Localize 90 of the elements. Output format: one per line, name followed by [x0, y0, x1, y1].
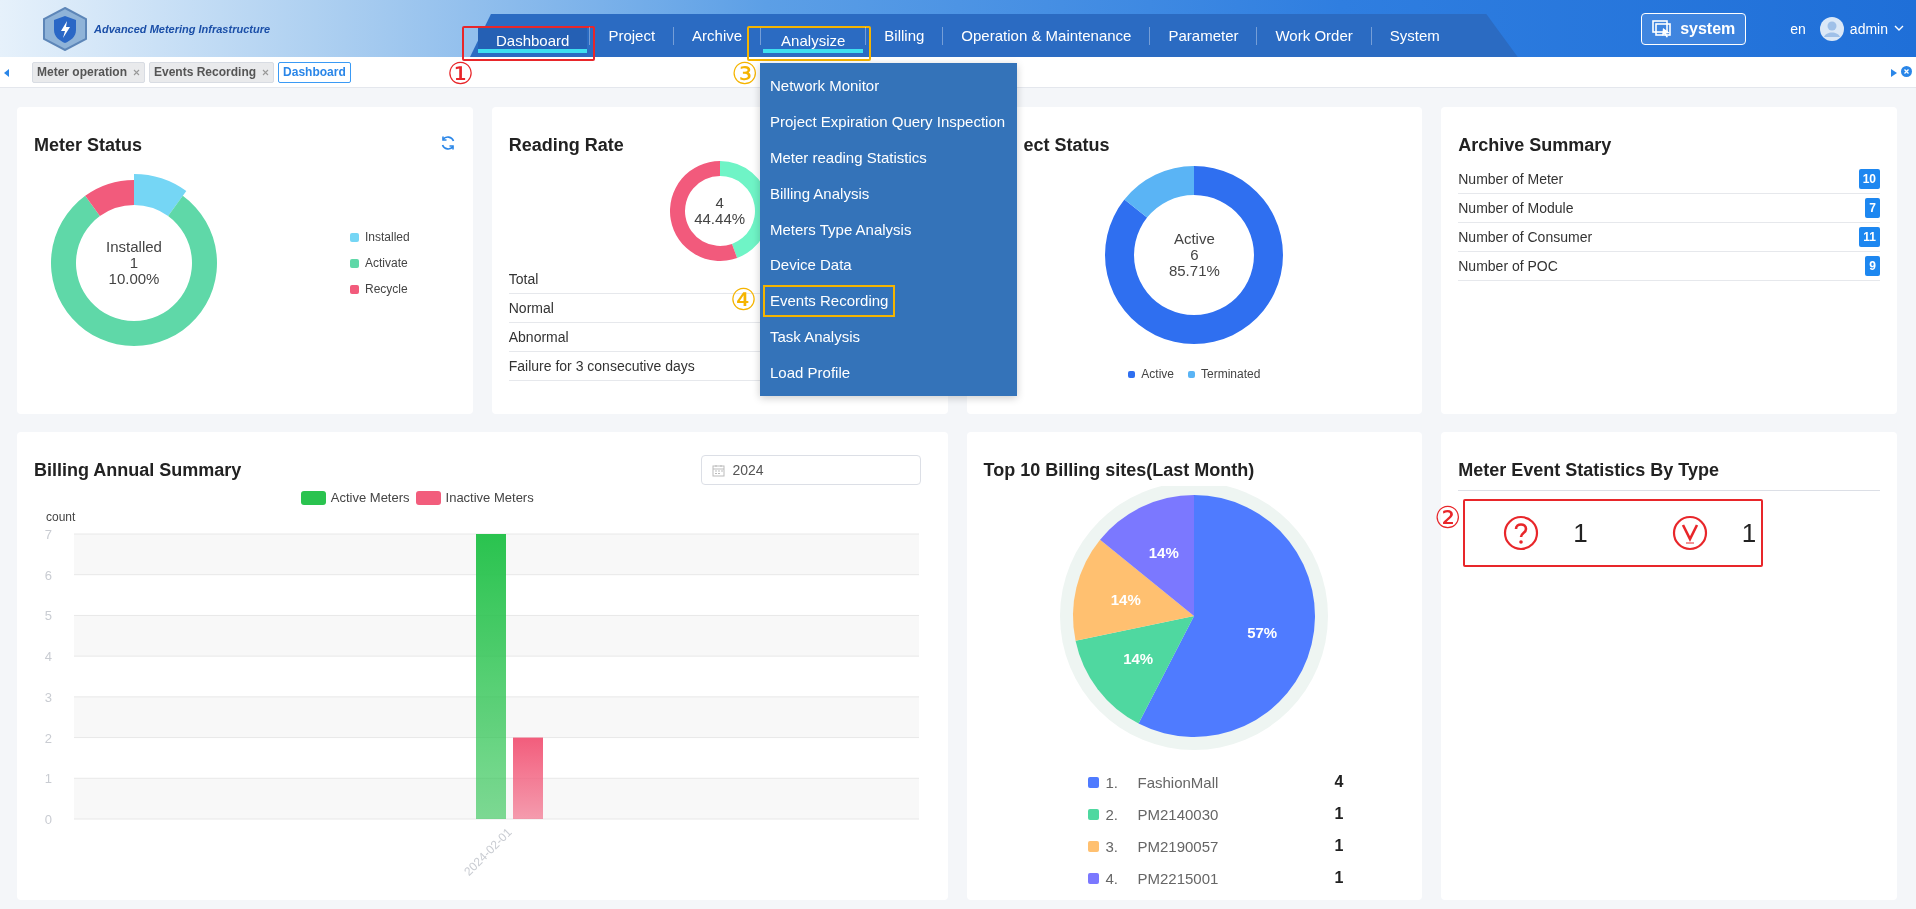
page-tab[interactable]: Dashboard [278, 61, 351, 83]
count-badge: 11 [1859, 227, 1880, 247]
rank-number: 2. [1105, 805, 1119, 823]
stat-label: Abnormal [508, 329, 569, 345]
site-name: PM2215001 [1137, 869, 1220, 887]
count-badge: 7 [1865, 198, 1880, 218]
card-title: ect Status [1023, 134, 1110, 156]
page-tab[interactable]: Meter operation [32, 61, 145, 83]
stat-label: Total [508, 271, 539, 287]
shield-logo-icon [40, 6, 90, 51]
donut-center-label: 1 [129, 255, 139, 271]
donut-center-label: 10.00% [108, 271, 160, 287]
rank-number: 1. [1105, 773, 1119, 791]
calendar-icon [711, 463, 725, 477]
nav-tab[interactable]: Analysize [763, 27, 864, 53]
legend-label[interactable]: Activate [365, 256, 408, 270]
card-title: Reading Rate [508, 134, 624, 156]
axis-title: count [46, 510, 76, 524]
user-name[interactable]: admin [1849, 20, 1888, 37]
donut-center-label: Active [1173, 231, 1215, 247]
menu-item[interactable]: Events Recording [763, 284, 896, 317]
page-tab[interactable]: Events Recording [149, 61, 275, 83]
question-icon [1503, 515, 1540, 551]
donut-center-label: 85.71% [1168, 263, 1220, 279]
summary-label: Number of POC [1458, 258, 1558, 274]
site-name: PM2140030 [1137, 805, 1220, 823]
stat-label: Failure for 3 consecutive days [508, 358, 695, 374]
language-label[interactable]: en [1790, 20, 1806, 37]
windows-cursor-icon [1652, 19, 1673, 38]
summary-label: Number of Module [1458, 200, 1574, 216]
menu-item[interactable]: Billing Analysis [763, 177, 877, 210]
site-count: 1 [1333, 805, 1344, 823]
nav-tab[interactable]: Billing [866, 14, 943, 57]
voltage-icon [1671, 515, 1708, 551]
card-title: Meter Status [34, 134, 143, 156]
nav-tab[interactable]: Project [590, 14, 674, 57]
nav-tab[interactable]: Work Order [1257, 14, 1371, 57]
caret-icon[interactable] [1894, 25, 1904, 32]
nav-tab[interactable]: Archive [674, 14, 761, 57]
legend-label[interactable]: Active [1141, 367, 1175, 381]
menu-item[interactable]: Meter reading Statistics [763, 141, 934, 174]
donut-center-label: 6 [1190, 247, 1199, 263]
card-title: Billing Annual Summary [34, 459, 242, 481]
nav-tab[interactable]: Parameter [1150, 14, 1257, 57]
site-name: PM2190057 [1137, 837, 1220, 855]
annotation-number: ② [1434, 503, 1462, 533]
annotation-number: ③ [731, 59, 759, 89]
count-badge: 10 [1858, 169, 1880, 189]
card-title: Archive Summary [1458, 134, 1612, 156]
site-count: 1 [1333, 837, 1344, 855]
date-field[interactable]: 2024 [700, 455, 921, 485]
menu-item[interactable]: Project Expiration Query Inspection [763, 105, 1013, 138]
slice-label: 14% [1123, 649, 1154, 667]
donut-center-label: 44.44% [694, 211, 746, 227]
site-count: 4 [1333, 773, 1344, 791]
donut-center-label: Installed [106, 239, 162, 255]
count-badge: 9 [1865, 256, 1880, 276]
legend-label[interactable]: Inactive Meters [445, 490, 534, 505]
event-count: 1 [1573, 517, 1588, 549]
site-count: 1 [1333, 869, 1344, 887]
legend-label[interactable]: Terminated [1201, 367, 1261, 381]
menu-item[interactable]: Load Profile [763, 356, 858, 389]
menu-item[interactable]: Device Data [763, 248, 859, 281]
stat-label: Normal [508, 300, 554, 316]
annotation-number: ① [447, 59, 474, 89]
donut-center-label: 4 [715, 195, 724, 211]
system-button[interactable]: system [1641, 12, 1747, 45]
rank-number: 4. [1105, 869, 1119, 887]
legend-label[interactable]: Recycle [365, 282, 408, 296]
nav-tab[interactable]: Operation & Maintenance [943, 14, 1150, 57]
menu-item[interactable]: Network Monitor [763, 69, 887, 102]
card-title: Meter Event Statistics By Type [1458, 459, 1719, 481]
menu-item[interactable]: Meters Type Analysis [763, 213, 919, 246]
card-title: Top 10 Billing sites(Last Month) [983, 459, 1255, 481]
summary-label: Number of Meter [1458, 171, 1564, 187]
slice-label: 57% [1247, 623, 1278, 641]
legend-label[interactable]: Active Meters [330, 490, 410, 505]
summary-label: Number of Consumer [1458, 229, 1593, 245]
rank-number: 3. [1105, 837, 1119, 855]
avatar-icon[interactable] [1819, 16, 1844, 41]
legend-label[interactable]: Installed [365, 230, 410, 244]
menu-item[interactable]: Task Analysis [763, 320, 868, 353]
site-name: FashionMall [1137, 773, 1220, 791]
event-count: 1 [1741, 517, 1757, 549]
annotation-number: ④ [730, 284, 757, 315]
app-title: Advanced Metering Infrastructure [94, 22, 271, 35]
slice-label: 14% [1111, 590, 1142, 608]
nav-tab[interactable]: Dashboard [478, 27, 588, 53]
slice-label: 14% [1149, 543, 1180, 561]
nav-tab[interactable]: System [1371, 14, 1458, 57]
